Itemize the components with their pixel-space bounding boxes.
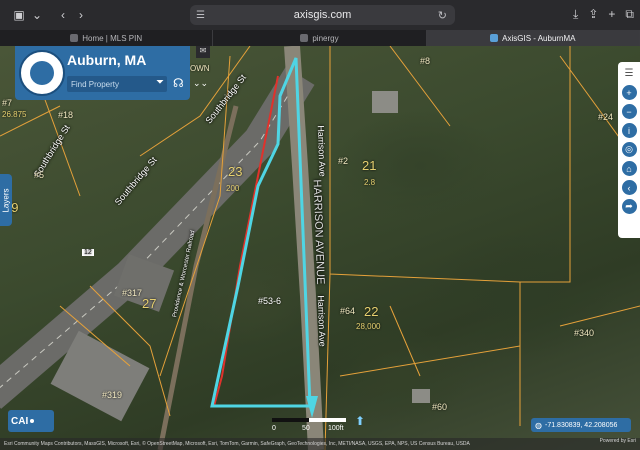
scale-label: 0	[272, 425, 276, 432]
new-tab-icon[interactable]: +	[608, 7, 615, 22]
menu-icon[interactable]: ☰	[622, 66, 637, 81]
forward-icon[interactable]: ›	[72, 8, 90, 22]
parcel-area: 26.875	[2, 110, 27, 119]
town-seal	[19, 50, 65, 96]
map-canvas[interactable]: Southbridge St Southbridge St Southbridg…	[0, 46, 640, 450]
locate-icon[interactable]: ◎	[621, 142, 637, 157]
parcel-area: 2.8	[364, 178, 376, 187]
parcel-label: #18	[58, 110, 74, 120]
favicon-icon	[490, 34, 499, 42]
filter-icon[interactable]: ⏷	[156, 77, 164, 88]
coordinates-display: ◍ -71.830839, 42.208056	[531, 418, 631, 432]
share-arrow-icon[interactable]: ➦	[621, 199, 637, 214]
page-title: Auburn, MA	[67, 52, 147, 68]
parcel-label: #24	[598, 112, 614, 122]
find-property-placeholder: Find Property	[71, 79, 120, 89]
parcel-lot: 21	[362, 158, 377, 173]
tab-mls-pin[interactable]: Home | MLS PIN	[0, 30, 214, 46]
url-text: axisgis.com	[293, 9, 352, 21]
building	[412, 389, 430, 403]
find-property-input[interactable]: Find Property ⏷	[67, 76, 167, 92]
building	[372, 91, 398, 113]
map-toolbar: ☰ + − i ◎ ⌂ ‹ ➦	[618, 62, 640, 238]
layers-tab[interactable]: Layers	[0, 174, 12, 226]
railroad	[157, 105, 239, 450]
scale-bar: 0 50 100ft	[272, 418, 346, 432]
parcel-label: #317	[122, 288, 143, 298]
scale-label: 50	[302, 425, 310, 432]
favicon-icon	[70, 34, 79, 42]
zoom-out-icon[interactable]: −	[621, 104, 637, 119]
home-icon[interactable]: ⌂	[621, 161, 637, 176]
parcel-label: #2	[338, 156, 349, 166]
parcel-lot: 22	[364, 304, 379, 319]
reload-icon[interactable]: ↻	[438, 9, 447, 22]
tab-axisgis[interactable]: AxisGIS - AuburnMA	[426, 30, 640, 46]
logo-dot	[30, 419, 35, 423]
chevron-down-icon[interactable]: ⌄⌄	[193, 78, 208, 89]
route-shield: 12	[82, 249, 94, 256]
tab-bar: Home | MLS PIN pinergy AxisGIS - AuburnM…	[0, 30, 640, 46]
north-arrow-icon: ⬆	[355, 414, 366, 428]
browser-toolbar: ▣ ⌄ ‹ › ☰ axisgis.com ↻ ⤓ ⇪ + ⧉	[0, 0, 640, 30]
cai-logo[interactable]: CAI	[8, 410, 54, 432]
download-icon[interactable]: ⤓	[573, 7, 578, 22]
map-label: OWN	[190, 64, 210, 73]
zoom-in-icon[interactable]: +	[621, 85, 637, 100]
parcel-lot: 23	[228, 164, 243, 179]
road-southbridge	[0, 67, 315, 409]
parcel-label: #5	[34, 170, 45, 180]
parcel-label: #53-6	[258, 296, 282, 306]
chevron-down-icon[interactable]: ⌄	[28, 8, 46, 22]
scale-label: 100ft	[328, 425, 344, 432]
map-attribution: Esri Community Maps Contributors, MassGI…	[0, 438, 640, 450]
parcel-label: #8	[420, 56, 431, 66]
address-bar[interactable]: ☰ axisgis.com ↻	[190, 5, 455, 25]
chat-icon[interactable]: ✉	[196, 46, 210, 58]
street-label: Harrison Ave	[315, 125, 328, 177]
tab-pinergy[interactable]: pinergy	[213, 30, 427, 46]
back-icon[interactable]: ‹	[54, 8, 72, 22]
parcel-label: #60	[432, 402, 448, 412]
parcel-label: #64	[340, 306, 356, 316]
globe-icon: ◍	[535, 420, 542, 430]
street-label: Harrison Ave	[315, 295, 328, 347]
page-settings-icon[interactable]: ☰	[196, 10, 205, 21]
powered-by: Powered by Esri	[599, 438, 636, 444]
sidebar-toggle-icon[interactable]: ▣	[10, 8, 28, 22]
parcel-area: 28,000	[356, 322, 381, 331]
parcel-lot: 27	[142, 296, 157, 311]
parcel-label: #319	[102, 390, 123, 400]
scale-segment	[272, 418, 309, 422]
app-header: Auburn, MA Find Property ⏷ ☊ ⌄⌄	[15, 46, 208, 100]
parcel-area: 200	[226, 184, 240, 193]
tab-overview-icon[interactable]: ⧉	[625, 7, 634, 22]
scale-segment	[309, 418, 346, 422]
parcel-label: #340	[574, 328, 595, 338]
info-icon[interactable]: i	[621, 123, 637, 138]
parcel-label: #7	[2, 98, 13, 108]
headset-icon[interactable]: ☊	[173, 76, 184, 90]
favicon-icon	[300, 34, 309, 42]
back-arrow-icon[interactable]: ‹	[621, 180, 637, 195]
share-icon[interactable]: ⇪	[588, 7, 598, 22]
